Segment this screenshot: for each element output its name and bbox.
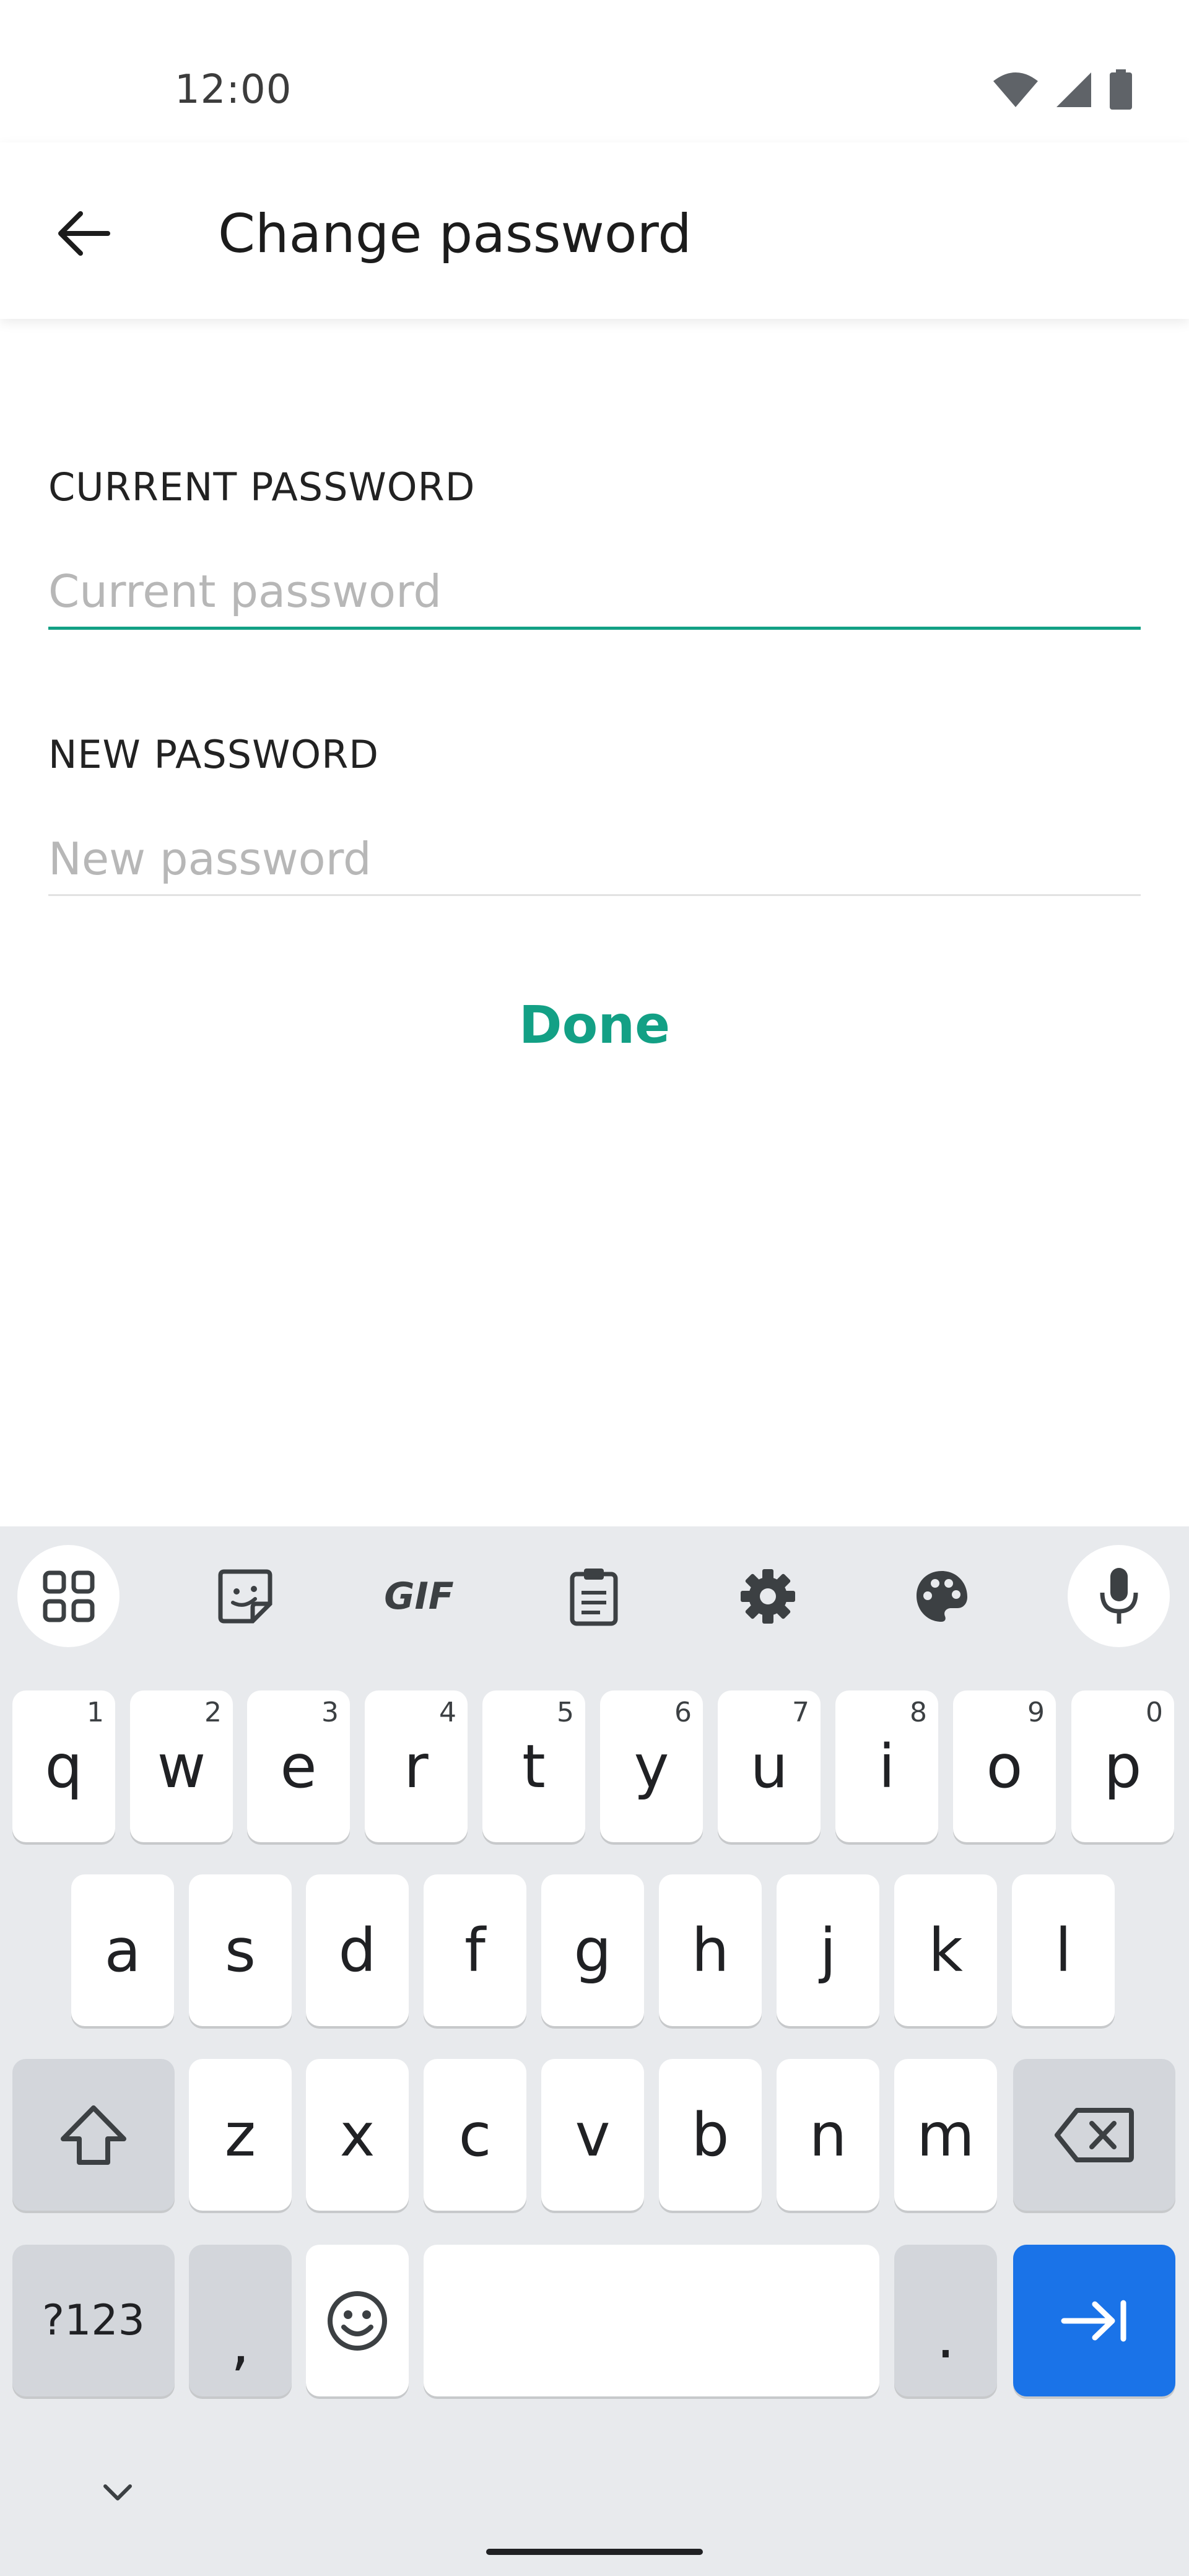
battery-icon <box>1110 69 1132 110</box>
symbols-key[interactable]: ?123 <box>12 2245 175 2396</box>
key-r[interactable]: r4 <box>365 1690 468 1842</box>
back-button[interactable] <box>43 193 124 274</box>
key-c[interactable]: c <box>424 2059 526 2211</box>
current-password-label: CURRENT PASSWORD <box>48 464 476 510</box>
sticker-icon <box>218 1569 272 1623</box>
period-key[interactable]: . <box>894 2245 997 2396</box>
settings-button[interactable] <box>716 1545 819 1647</box>
change-password-form: CURRENT PASSWORD NEW PASSWORD Done <box>0 319 1189 1526</box>
key-e[interactable]: e3 <box>247 1690 350 1842</box>
comma-key[interactable]: , <box>189 2245 292 2396</box>
new-password-label: NEW PASSWORD <box>48 732 380 777</box>
shift-key[interactable] <box>12 2059 175 2211</box>
page-title: Change password <box>218 203 692 265</box>
clipboard-icon <box>570 1568 617 1625</box>
palette-icon <box>916 1570 967 1622</box>
soft-keyboard: GIF q 1 w 2 e 3 r 4 t 5 y 6 u 7 i 8 o 9 … <box>0 1526 1189 2576</box>
theme-button[interactable] <box>891 1545 993 1647</box>
voice-input-button[interactable] <box>1068 1545 1170 1647</box>
key-h[interactable]: h <box>659 1874 762 2026</box>
backspace-icon <box>1055 2107 1134 2162</box>
app-bar: Change password <box>0 142 1189 319</box>
shift-arrow-icon <box>61 2105 126 2165</box>
chevron-down-icon[interactable] <box>93 2477 142 2508</box>
key-f[interactable]: f <box>424 1874 526 2026</box>
microphone-icon <box>1100 1567 1138 1624</box>
key-a[interactable]: a <box>71 1874 174 2026</box>
apps-grid-button[interactable] <box>17 1545 120 1647</box>
tab-next-arrow-icon <box>1061 2300 1126 2341</box>
current-password-field[interactable] <box>48 557 1141 625</box>
key-d[interactable]: d <box>306 1874 409 2026</box>
key-i[interactable]: i8 <box>835 1690 938 1842</box>
keyboard-toolbar: GIF <box>0 1526 1189 1666</box>
emoji-key[interactable] <box>306 2245 409 2396</box>
status-bar: 12:00 <box>0 0 1189 142</box>
key-t[interactable]: t5 <box>482 1690 585 1842</box>
key-v[interactable]: v <box>541 2059 644 2211</box>
arrow-left-icon <box>58 211 110 256</box>
gesture-nav-handle[interactable] <box>486 2549 703 2555</box>
key-j[interactable]: j <box>777 1874 879 2026</box>
emoji-smiley-icon <box>328 2291 387 2351</box>
key-x[interactable]: x <box>306 2059 409 2211</box>
key-q[interactable]: q1 <box>12 1690 115 1842</box>
status-icons <box>992 68 1133 111</box>
key-b[interactable]: b <box>659 2059 762 2211</box>
next-field-key[interactable] <box>1013 2245 1175 2396</box>
gif-button[interactable]: GIF <box>368 1545 470 1647</box>
done-button[interactable]: Done <box>471 978 718 1071</box>
key-u[interactable]: u7 <box>718 1690 821 1842</box>
apps-grid-icon <box>43 1570 94 1622</box>
key-l[interactable]: l <box>1012 1874 1115 2026</box>
status-time: 12:00 <box>175 67 292 113</box>
new-password-field[interactable] <box>48 825 1141 893</box>
key-g[interactable]: g <box>541 1874 644 2026</box>
settings-gear-icon <box>740 1569 795 1624</box>
space-key[interactable] <box>424 2245 879 2396</box>
backspace-key[interactable] <box>1013 2059 1175 2211</box>
key-p[interactable]: p0 <box>1071 1690 1174 1842</box>
key-z[interactable]: z <box>189 2059 292 2211</box>
key-y[interactable]: y6 <box>600 1690 703 1842</box>
new-password-underline <box>48 894 1141 896</box>
signal-icon <box>1056 72 1091 107</box>
key-s[interactable]: s <box>189 1874 292 2026</box>
key-k[interactable]: k <box>894 1874 997 2026</box>
sticker-button[interactable] <box>194 1545 296 1647</box>
key-o[interactable]: o9 <box>953 1690 1056 1842</box>
current-password-underline <box>48 627 1141 630</box>
key-w[interactable]: w2 <box>130 1690 233 1842</box>
key-n[interactable]: n <box>777 2059 879 2211</box>
clipboard-button[interactable] <box>542 1545 645 1647</box>
wifi-icon <box>993 72 1038 107</box>
key-m[interactable]: m <box>894 2059 997 2211</box>
